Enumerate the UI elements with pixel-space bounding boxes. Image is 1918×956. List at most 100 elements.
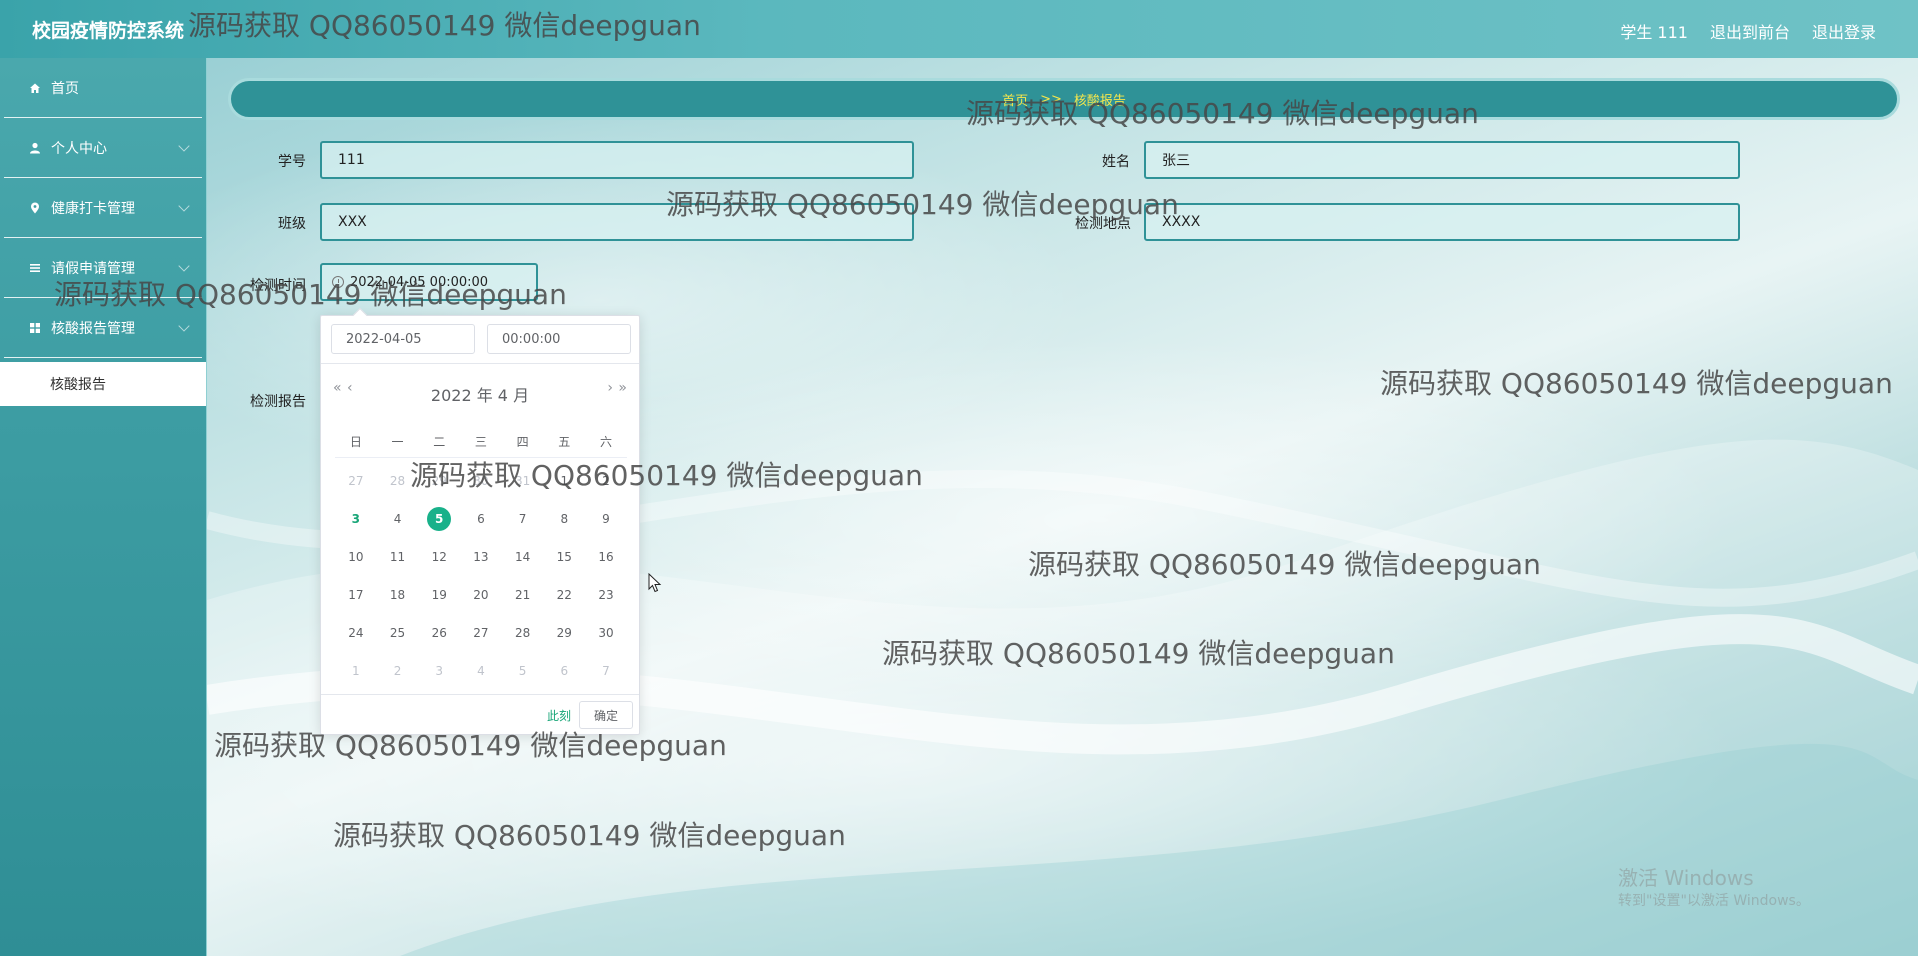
sidebar-item-label: 个人中心 [51, 140, 107, 157]
calendar-day-number: 13 [473, 550, 489, 564]
calendar-day-number: 30 [598, 626, 614, 640]
test-time-field[interactable]: 2022-04-05 00:00:00 [320, 263, 538, 301]
calendar-day-number: 27 [348, 474, 364, 488]
calendar-day-number: 20 [473, 588, 489, 602]
calendar-grid: 日 一 二 三 四 五 六 27 28 29 30 31 1 2 3 4 5 6 7 8 9 10 11 12 1… [335, 426, 627, 690]
calendar-day[interactable]: 3 [418, 664, 460, 678]
sidebar-item-label: 请假申请管理 [51, 260, 135, 277]
picker-date-input[interactable]: 2022-04-05 [331, 324, 475, 354]
calendar-day[interactable]: 10 [335, 550, 377, 564]
calendar-day[interactable]: 13 [460, 550, 502, 564]
calendar-day[interactable]: 25 [377, 626, 419, 640]
calendar-day[interactable]: 2 [585, 474, 627, 488]
grid-icon [28, 321, 42, 335]
calendar-day[interactable]: 31 [502, 474, 544, 488]
calendar-day[interactable]: 6 [543, 664, 585, 678]
calendar-day[interactable]: 18 [377, 588, 419, 602]
calendar-day[interactable]: 14 [502, 550, 544, 564]
class-field[interactable]: XXX [320, 203, 914, 241]
sidebar-item-leave-request[interactable]: 请假申请管理 [4, 238, 202, 298]
calendar-day[interactable]: 4 [377, 512, 419, 526]
calendar-day[interactable]: 12 [418, 550, 460, 564]
windows-activation-title: 激活 Windows [1618, 866, 1754, 890]
calendar-day-number: 17 [348, 588, 364, 602]
student-id-label: 学号 [278, 154, 306, 170]
calendar-day[interactable]: 1 [335, 664, 377, 678]
calendar-day[interactable]: 27 [335, 474, 377, 488]
calendar-day[interactable]: 5 [418, 507, 460, 531]
calendar-day[interactable]: 24 [335, 626, 377, 640]
name-field[interactable]: 张三 [1144, 141, 1740, 179]
next-year-icon[interactable]: » [618, 380, 627, 396]
calendar-day-number: 11 [389, 550, 406, 564]
confirm-button[interactable]: 确定 [579, 701, 633, 729]
calendar-day[interactable]: 9 [585, 512, 627, 526]
sidebar-item-personal-center[interactable]: 个人中心 [4, 118, 202, 178]
calendar-day[interactable]: 6 [460, 512, 502, 526]
weekday: 二 [433, 435, 446, 449]
calendar-day[interactable]: 20 [460, 588, 502, 602]
calendar-day[interactable]: 28 [502, 626, 544, 640]
logout-link[interactable]: 退出登录 [1812, 19, 1876, 43]
calendar-day[interactable]: 19 [418, 588, 460, 602]
calendar-day[interactable]: 27 [460, 626, 502, 640]
calendar-day[interactable]: 21 [502, 588, 544, 602]
calendar-day-number: 14 [514, 550, 531, 564]
date-time-picker: 2022-04-05 00:00:00 « ‹ 2022 年 4 月 › » 日… [320, 307, 640, 735]
calendar-week: 17 18 19 20 21 22 23 [335, 576, 627, 614]
windows-activation-hint: 转到"设置"以激活 Windows。 [1618, 893, 1810, 909]
calendar-day-number: 5 [518, 664, 527, 678]
calendar-day[interactable]: 7 [502, 512, 544, 526]
calendar-day-number: 19 [431, 588, 447, 602]
current-user: 学生 111 [1620, 23, 1688, 42]
calendar-day[interactable]: 8 [543, 512, 585, 526]
calendar-day[interactable]: 29 [418, 474, 460, 488]
sidebar-item-nucleic-report[interactable]: 核酸报告管理 [4, 298, 202, 358]
sidebar-item-health-checkin[interactable]: 健康打卡管理 [4, 178, 202, 238]
picker-time-input[interactable]: 00:00:00 [487, 324, 631, 354]
calendar-day[interactable]: 4 [460, 664, 502, 678]
watermark: 源码获取 QQ86050149 微信deepguan [882, 637, 1395, 670]
calendar-day[interactable]: 16 [585, 550, 627, 564]
calendar-day-number: 2 [602, 474, 610, 488]
calendar-day-number: 6 [560, 664, 569, 678]
back-to-front-link[interactable]: 退出到前台 [1710, 19, 1790, 43]
calendar-day[interactable]: 2 [377, 664, 419, 678]
sidebar-item-home[interactable]: 首页 [4, 58, 202, 118]
sidebar-subitem-nucleic-report[interactable]: 核酸报告 [0, 362, 206, 406]
next-month-icon[interactable]: › [607, 380, 613, 396]
calendar-day[interactable]: 17 [335, 588, 377, 602]
calendar-day[interactable]: 15 [543, 550, 585, 564]
breadcrumb-home[interactable]: 首页 [1002, 90, 1028, 109]
location-icon [28, 201, 42, 215]
calendar-day[interactable]: 28 [377, 474, 419, 488]
mouse-cursor-icon [648, 573, 662, 593]
calendar-day[interactable]: 23 [585, 588, 627, 602]
calendar-day-number: 7 [518, 512, 527, 526]
class-label: 班级 [278, 216, 306, 232]
calendar-day[interactable]: 5 [502, 664, 544, 678]
student-id-field[interactable]: 111 [320, 141, 914, 179]
calendar-day[interactable]: 30 [460, 474, 502, 488]
calendar-day[interactable]: 22 [543, 588, 585, 602]
calendar-day-number: 9 [602, 512, 610, 526]
location-field[interactable]: XXXX [1144, 203, 1740, 241]
weekday-header: 日 一 二 三 四 五 六 [335, 426, 627, 458]
test-time-label: 检测时间 [250, 278, 306, 294]
calendar-day-number: 1 [560, 474, 569, 488]
chevron-down-icon [178, 140, 190, 152]
calendar-day-number: 22 [556, 588, 572, 602]
calendar-day[interactable]: 1 [543, 474, 585, 488]
calendar-day[interactable]: 26 [418, 626, 460, 640]
name-label: 姓名 [1102, 154, 1130, 170]
calendar-day-number: 25 [389, 626, 406, 640]
breadcrumb-separator: >> [1040, 91, 1062, 107]
calendar-day[interactable]: 3 [335, 512, 377, 526]
now-button[interactable]: 此刻 [547, 707, 571, 724]
calendar-day[interactable]: 29 [543, 626, 585, 640]
calendar-day[interactable]: 7 [585, 664, 627, 678]
weekday: 四 [516, 435, 529, 449]
calendar-day[interactable]: 11 [377, 550, 419, 564]
calendar-day-number: 12 [431, 550, 447, 564]
calendar-day[interactable]: 30 [585, 626, 627, 640]
